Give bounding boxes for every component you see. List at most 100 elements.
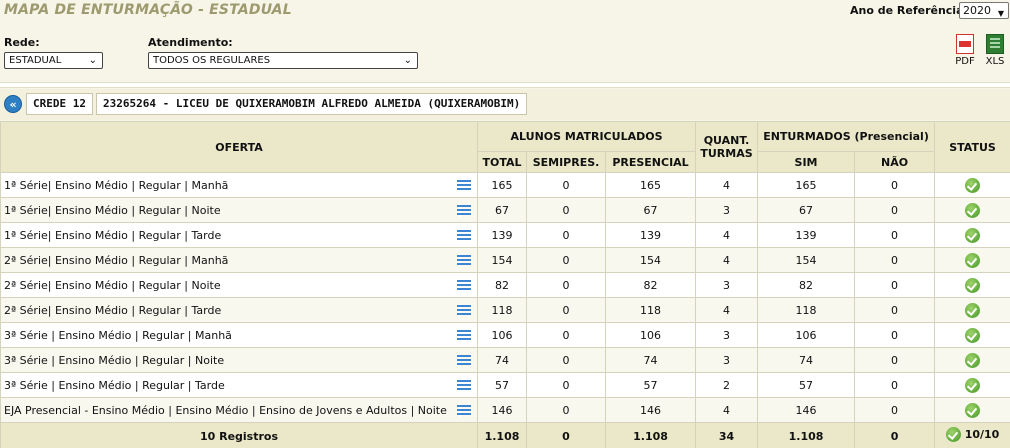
table-row: 3ª Série | Ensino Médio | Regular | Tard…: [0, 372, 1010, 398]
list-icon[interactable]: [457, 378, 471, 392]
semipres-cell: 0: [526, 247, 606, 273]
header-total: TOTAL: [477, 151, 527, 173]
status-cell: [934, 222, 1010, 248]
check-circle-icon: [965, 352, 981, 368]
status-cell: [934, 397, 1010, 423]
list-icon[interactable]: [457, 178, 471, 192]
check-circle-icon: [965, 327, 981, 343]
oferta-cell: 1ª Série| Ensino Médio | Regular | Manhã: [0, 172, 449, 198]
list-icon[interactable]: [457, 278, 471, 292]
list-icon[interactable]: [457, 353, 471, 367]
table-row: 1ª Série| Ensino Médio | Regular | Tarde…: [0, 222, 1010, 248]
semipres-cell: 0: [526, 222, 606, 248]
details-cell: [448, 272, 478, 298]
total-cell: 118: [477, 297, 527, 323]
semipres-cell: 0: [526, 297, 606, 323]
status-cell: [934, 297, 1010, 323]
nao-cell: 0: [854, 272, 936, 298]
total-cell: 154: [477, 247, 527, 273]
presencial-cell: 118: [604, 297, 697, 323]
nao-cell: 0: [854, 197, 936, 223]
table-row: 1ª Série| Ensino Médio | Regular | Manhã…: [0, 172, 1010, 198]
nao-cell: 0: [854, 372, 936, 398]
check-circle-icon: [965, 377, 981, 393]
back-button[interactable]: «: [4, 95, 22, 113]
breadcrumb-crede[interactable]: CREDE 12: [26, 93, 93, 115]
page-title: MAPA DE ENTURMAÇÃO - ESTADUAL: [4, 2, 292, 18]
sim-cell: 154: [757, 247, 856, 273]
list-icon[interactable]: [457, 403, 471, 417]
details-cell: [448, 372, 478, 398]
total-cell: 82: [477, 272, 527, 298]
oferta-cell: 3ª Série | Ensino Médio | Regular | Tard…: [0, 372, 449, 398]
footer-semipres: 0: [526, 422, 606, 448]
rede-value: ESTADUAL: [9, 55, 62, 66]
details-cell: [448, 297, 478, 323]
footer-status-value: 10/10: [964, 428, 1000, 441]
year-select[interactable]: 2020 ▼: [959, 2, 1009, 19]
oferta-cell: 3ª Série | Ensino Médio | Regular | Noit…: [0, 347, 449, 373]
table-row: 3ª Série | Ensino Médio | Regular | Manh…: [0, 322, 1010, 348]
status-cell: [934, 347, 1010, 373]
check-circle-icon: [965, 252, 981, 268]
check-circle-icon: [965, 202, 981, 218]
nao-cell: 0: [854, 247, 936, 273]
total-cell: 74: [477, 347, 527, 373]
status-cell: [934, 372, 1010, 398]
table-row: EJA Presencial - Ensino Médio | Ensino M…: [0, 397, 1010, 423]
turmas-cell: 3: [695, 272, 759, 298]
rede-label: Rede:: [4, 36, 40, 49]
details-cell: [448, 222, 478, 248]
export-pdf-button[interactable]: PDF: [953, 34, 977, 67]
details-cell: [448, 347, 478, 373]
breadcrumb-escola[interactable]: 23265264 - LICEU DE QUIXERAMOBIM ALFREDO…: [96, 93, 528, 115]
details-cell: [448, 397, 478, 423]
presencial-cell: 67: [604, 197, 697, 223]
check-circle-icon: [965, 177, 981, 193]
oferta-cell: 2ª Série| Ensino Médio | Regular | Tarde: [0, 297, 449, 323]
semipres-cell: 0: [526, 397, 606, 423]
check-circle-icon: [965, 402, 981, 418]
check-circle-icon: [965, 302, 981, 318]
chevron-down-icon: ⌄: [403, 55, 412, 66]
header-semipres: SEMIPRES.: [526, 151, 606, 173]
rede-select[interactable]: ESTADUAL ⌄: [4, 52, 103, 69]
enturmacao-table: OFERTA ALUNOS MATRICULADOS QUANT. TURMAS…: [0, 121, 1010, 448]
header-status: STATUS: [934, 121, 1010, 173]
footer-presencial: 1.108: [604, 422, 697, 448]
nao-cell: 0: [854, 397, 936, 423]
list-icon[interactable]: [457, 303, 471, 317]
nao-cell: 0: [854, 172, 936, 198]
table-row: 3ª Série | Ensino Médio | Regular | Noit…: [0, 347, 1010, 373]
status-cell: [934, 197, 1010, 223]
caret-down-icon: ▼: [997, 9, 1004, 18]
presencial-cell: 139: [604, 222, 697, 248]
presencial-cell: 165: [604, 172, 697, 198]
semipres-cell: 0: [526, 272, 606, 298]
turmas-cell: 3: [695, 347, 759, 373]
total-cell: 139: [477, 222, 527, 248]
atendimento-label: Atendimento:: [148, 36, 233, 49]
year-value: 2020: [963, 4, 991, 17]
presencial-cell: 154: [604, 247, 697, 273]
total-cell: 106: [477, 322, 527, 348]
footer-status: 10/10: [934, 422, 1010, 448]
list-icon[interactable]: [457, 203, 471, 217]
status-cell: [934, 247, 1010, 273]
table-row: 2ª Série| Ensino Médio | Regular | Noite…: [0, 272, 1010, 298]
semipres-cell: 0: [526, 372, 606, 398]
semipres-cell: 0: [526, 172, 606, 198]
presencial-cell: 106: [604, 322, 697, 348]
turmas-cell: 4: [695, 247, 759, 273]
nao-cell: 0: [854, 322, 936, 348]
header-nao: NÃO: [854, 151, 936, 173]
nao-cell: 0: [854, 222, 936, 248]
export-xls-button[interactable]: XLS: [983, 34, 1007, 67]
atendimento-select[interactable]: TODOS OS REGULARES ⌄: [148, 52, 418, 69]
list-icon[interactable]: [457, 328, 471, 342]
nao-cell: 0: [854, 347, 936, 373]
list-icon[interactable]: [457, 253, 471, 267]
list-icon[interactable]: [457, 228, 471, 242]
footer-sim: 1.108: [757, 422, 856, 448]
header-oferta: OFERTA: [0, 121, 478, 173]
